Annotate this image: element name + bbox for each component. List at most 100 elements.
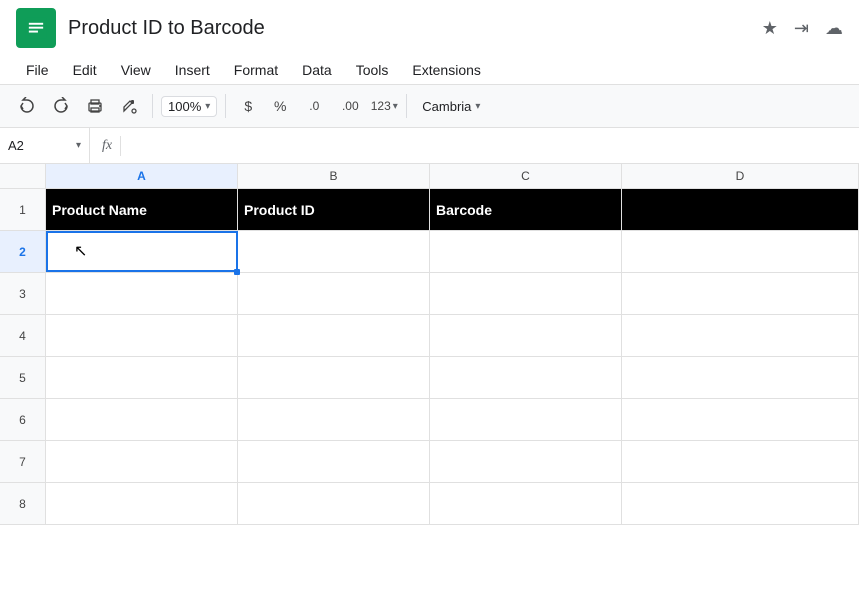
menu-tools[interactable]: Tools — [346, 58, 399, 82]
menu-bar: File Edit View Insert Format Data Tools … — [0, 56, 859, 84]
app-icon — [16, 8, 56, 48]
formula-bar: A2 ▾ fx — [0, 128, 859, 164]
move-icon[interactable]: ⇥ — [794, 18, 809, 39]
toolbar: 100% ▾ $ % .0 .00 123 ▾ Cambria ▾ — [0, 84, 859, 128]
col-header-c[interactable]: C — [430, 164, 622, 188]
cell-c1-value: Barcode — [436, 202, 492, 218]
table-row: 5 — [0, 357, 859, 399]
cell-c4[interactable] — [430, 315, 622, 356]
cell-a3[interactable] — [46, 273, 238, 314]
cell-d7[interactable] — [622, 441, 859, 482]
row-num-1: 1 — [0, 189, 46, 230]
cell-c2[interactable] — [430, 231, 622, 272]
menu-view[interactable]: View — [111, 58, 161, 82]
inc-decimals-button[interactable]: .00 — [334, 92, 366, 120]
cell-a6[interactable] — [46, 399, 238, 440]
cell-ref-box[interactable]: A2 ▾ — [0, 128, 90, 163]
paint-format-button[interactable] — [114, 91, 144, 121]
zoom-value: 100% — [168, 99, 201, 114]
table-row: 4 — [0, 315, 859, 357]
star-icon[interactable]: ★ — [762, 18, 778, 39]
cell-a7[interactable] — [46, 441, 238, 482]
title-action-icons: ★ ⇥ ☁ — [762, 18, 843, 39]
menu-format[interactable]: Format — [224, 58, 288, 82]
row-num-2: 2 — [0, 231, 46, 272]
spreadsheet: A B C D 1 Product Name Product ID Barcod… — [0, 164, 859, 525]
cell-c7[interactable] — [430, 441, 622, 482]
cell-ref-label: A2 — [8, 138, 72, 153]
cell-d3[interactable] — [622, 273, 859, 314]
cell-a1-value: Product Name — [52, 202, 147, 218]
currency-button[interactable]: $ — [234, 92, 262, 120]
cell-d6[interactable] — [622, 399, 859, 440]
table-row: 3 — [0, 273, 859, 315]
cell-c1[interactable]: Barcode — [430, 189, 622, 230]
zoom-selector[interactable]: 100% ▾ — [161, 96, 217, 117]
row-num-7: 7 — [0, 441, 46, 482]
cell-d1[interactable] — [622, 189, 859, 230]
zoom-arrow: ▾ — [205, 101, 210, 112]
font-selector[interactable]: Cambria ▾ — [415, 96, 487, 117]
corner-cell — [0, 164, 46, 188]
cell-a4[interactable] — [46, 315, 238, 356]
cell-ref-arrow: ▾ — [76, 140, 81, 151]
fx-divider — [120, 136, 121, 156]
cell-b4[interactable] — [238, 315, 430, 356]
dec-decimals-button[interactable]: .0 — [298, 92, 330, 120]
cell-b6[interactable] — [238, 399, 430, 440]
font-arrow: ▾ — [475, 101, 480, 112]
table-row: 1 Product Name Product ID Barcode — [0, 189, 859, 231]
cell-d8[interactable] — [622, 483, 859, 524]
print-button[interactable] — [80, 91, 110, 121]
toolbar-sep-1 — [152, 94, 153, 118]
cell-a8[interactable] — [46, 483, 238, 524]
cell-d4[interactable] — [622, 315, 859, 356]
percent-button[interactable]: % — [266, 92, 294, 120]
format-num-button[interactable]: 123 ▾ — [370, 92, 398, 120]
cell-b1[interactable]: Product ID — [238, 189, 430, 230]
cell-a5[interactable] — [46, 357, 238, 398]
cell-c5[interactable] — [430, 357, 622, 398]
cell-d5[interactable] — [622, 357, 859, 398]
row-num-4: 4 — [0, 315, 46, 356]
redo-button[interactable] — [46, 91, 76, 121]
menu-data[interactable]: Data — [292, 58, 342, 82]
cell-a1[interactable]: Product Name — [46, 189, 238, 230]
cell-c3[interactable] — [430, 273, 622, 314]
cell-b5[interactable] — [238, 357, 430, 398]
document-title: Product ID to Barcode — [68, 17, 750, 40]
format-num-arrow: ▾ — [393, 101, 398, 112]
toolbar-sep-3 — [406, 94, 407, 118]
cell-c6[interactable] — [430, 399, 622, 440]
row-num-5: 5 — [0, 357, 46, 398]
cell-a2[interactable]: ↖ — [46, 231, 238, 272]
table-row: 2 ↖ — [0, 231, 859, 273]
fx-area: fx — [90, 128, 859, 163]
undo-button[interactable] — [12, 91, 42, 121]
column-header-row: A B C D — [0, 164, 859, 189]
sheet-body: 1 Product Name Product ID Barcode 2 ↖ 3 — [0, 189, 859, 525]
cell-b8[interactable] — [238, 483, 430, 524]
cell-d2[interactable] — [622, 231, 859, 272]
table-row: 6 — [0, 399, 859, 441]
cell-b3[interactable] — [238, 273, 430, 314]
title-bar: Product ID to Barcode ★ ⇥ ☁ — [0, 0, 859, 56]
cloud-icon[interactable]: ☁ — [825, 18, 843, 39]
col-header-b[interactable]: B — [238, 164, 430, 188]
cell-c8[interactable] — [430, 483, 622, 524]
table-row: 7 — [0, 441, 859, 483]
menu-file[interactable]: File — [16, 58, 59, 82]
menu-edit[interactable]: Edit — [63, 58, 107, 82]
cell-b1-value: Product ID — [244, 202, 315, 218]
row-num-3: 3 — [0, 273, 46, 314]
fx-label: fx — [102, 138, 112, 154]
cell-b2[interactable] — [238, 231, 430, 272]
row-num-8: 8 — [0, 483, 46, 524]
col-header-d[interactable]: D — [622, 164, 859, 188]
col-header-a[interactable]: A — [46, 164, 238, 188]
format-num-label: 123 — [371, 99, 391, 113]
menu-extensions[interactable]: Extensions — [402, 58, 490, 82]
menu-insert[interactable]: Insert — [165, 58, 220, 82]
cell-b7[interactable] — [238, 441, 430, 482]
table-row: 8 — [0, 483, 859, 525]
